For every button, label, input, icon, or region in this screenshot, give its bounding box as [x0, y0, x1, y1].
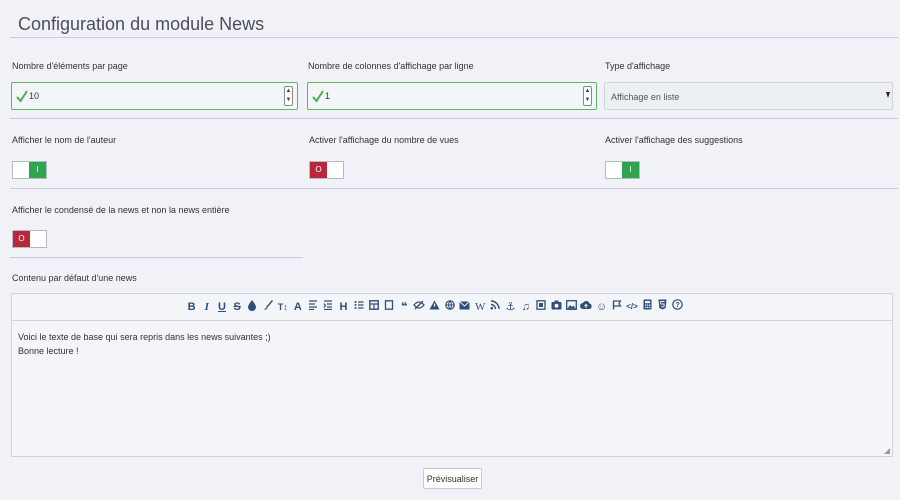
show-summary-label: Afficher le condensé de la news et non l… [12, 205, 230, 215]
wiki-button[interactable]: W [473, 299, 488, 315]
editor-line: Voici le texte de base qui sera repris d… [18, 332, 271, 342]
color-icon[interactable] [245, 299, 260, 315]
strike-button[interactable]: S [230, 299, 245, 315]
spinner-up-icon[interactable]: ▲ [285, 87, 292, 96]
show-summary-toggle[interactable]: O [12, 230, 47, 248]
toggle-knob: I [29, 162, 46, 178]
number-spinner[interactable]: ▲ ▼ [583, 86, 592, 106]
editor-content[interactable]: Voici le texte de base qui sera repris d… [18, 330, 271, 358]
help-button[interactable]: ? [670, 299, 685, 315]
row-divider [10, 188, 898, 189]
columns-per-row-field[interactable]: 1 ▲ ▼ [307, 82, 597, 110]
resize-handle-icon[interactable] [884, 448, 890, 454]
check-icon [16, 90, 28, 103]
show-views-toggle[interactable]: O [309, 161, 344, 179]
music-button[interactable]: ♫ [518, 299, 533, 315]
font-size-button[interactable]: T↕ [275, 299, 290, 315]
spinner-up-icon[interactable]: ▲ [584, 87, 591, 96]
italic-button[interactable]: I [199, 299, 214, 315]
calculator-icon[interactable] [640, 299, 655, 315]
page-title: Configuration du module News [18, 14, 265, 34]
globe-icon[interactable] [442, 299, 457, 315]
camera-icon[interactable] [549, 299, 564, 315]
title-divider [10, 37, 898, 38]
anchor-button[interactable]: ⚓ [503, 299, 518, 315]
block-icon[interactable] [381, 299, 396, 315]
underline-button[interactable]: U [214, 299, 229, 315]
hide-icon[interactable] [412, 299, 427, 315]
columns-per-row-value: 1 [325, 91, 331, 101]
display-type-select[interactable]: Affichage en liste [604, 82, 893, 110]
show-suggestions-toggle[interactable]: I [605, 161, 640, 179]
toggle-knob: O [310, 162, 327, 178]
list-icon[interactable] [351, 299, 366, 315]
image-icon[interactable] [564, 299, 579, 315]
row-divider [10, 118, 898, 119]
default-content-label: Contenu par défaut d'une news [12, 273, 137, 283]
spinner-down-icon[interactable]: ▼ [584, 96, 591, 105]
quote-button[interactable]: ❝ [397, 299, 412, 315]
number-spinner[interactable]: ▲ ▼ [284, 86, 293, 106]
default-content-editor[interactable]: B I U S T↕ A H ❝ W ⚓ ♫ ☺ </> ? Voici le … [11, 293, 893, 457]
mail-icon[interactable] [457, 299, 472, 315]
indent-icon[interactable] [321, 299, 336, 315]
preview-button[interactable]: Prévisualiser [423, 468, 482, 489]
items-per-page-label: Nombre d'éléments par page [12, 61, 128, 71]
items-per-page-field[interactable]: 10 ▲ ▼ [11, 82, 298, 110]
smiley-button[interactable]: ☺ [594, 299, 609, 315]
toggle-knob: O [13, 231, 30, 247]
editor-line: Bonne lecture ! [18, 346, 79, 356]
warning-icon[interactable] [427, 299, 442, 315]
show-suggestions-label: Activer l'affichage des suggestions [605, 135, 743, 145]
display-type-label: Type d'affichage [605, 61, 671, 71]
show-author-toggle[interactable]: I [12, 161, 47, 179]
flag-icon[interactable] [609, 299, 624, 315]
check-icon [312, 90, 324, 103]
code-button[interactable]: </> [624, 299, 639, 315]
table-icon[interactable] [366, 299, 381, 315]
brush-icon[interactable] [260, 299, 275, 315]
toggle-knob: I [622, 162, 639, 178]
editor-toolbar: B I U S T↕ A H ❝ W ⚓ ♫ ☺ </> ? [12, 294, 892, 321]
bold-button[interactable]: B [184, 299, 199, 315]
heading-button[interactable]: H [336, 299, 351, 315]
chevron-down-icon [886, 92, 890, 98]
columns-per-row-label: Nombre de colonnes d'affichage par ligne [308, 61, 474, 71]
font-button[interactable]: A [290, 299, 305, 315]
align-icon[interactable] [306, 299, 321, 315]
spinner-down-icon[interactable]: ▼ [285, 96, 292, 105]
items-per-page-value: 10 [29, 91, 40, 101]
show-author-label: Afficher le nom de l'auteur [12, 135, 117, 145]
film-icon[interactable] [533, 299, 548, 315]
feed-icon[interactable] [488, 299, 503, 315]
show-views-label: Activer l'affichage du nombre de vues [309, 135, 459, 145]
row-divider [10, 257, 303, 258]
display-type-value: Affichage en liste [611, 92, 680, 102]
html5-icon[interactable] [655, 299, 670, 315]
cloud-upload-icon[interactable] [579, 299, 594, 315]
help-button-label: ? [675, 300, 680, 309]
